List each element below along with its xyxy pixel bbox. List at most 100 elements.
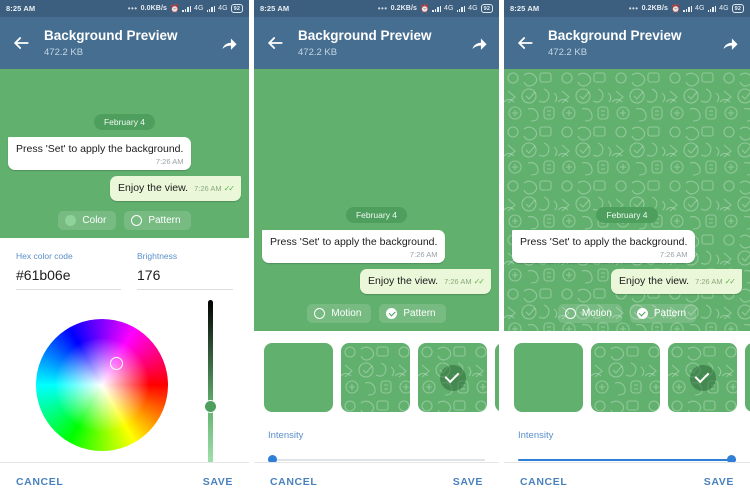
save-button[interactable]: SAVE — [203, 476, 233, 488]
status-bar: 8:25 AM ••• 0.0KB/s ⏰ 4G 4G 92 — [0, 0, 249, 17]
outgoing-message-text: Enjoy the view. — [619, 275, 690, 287]
page-title: Background Preview — [44, 28, 178, 43]
pattern-thumb-doodles[interactable] — [341, 343, 410, 412]
color-wheel[interactable] — [36, 319, 168, 451]
radio-outline-icon — [314, 308, 326, 319]
outgoing-message-bubble: Enjoy the view. 7:26 AM ✓✓ — [360, 269, 491, 294]
pattern-thumb-doodles-selected[interactable] — [668, 343, 737, 412]
status-data-rate: 0.2KB/s — [390, 5, 417, 12]
double-check-icon: ✓✓ — [724, 277, 736, 286]
alarm-icon: ⏰ — [420, 4, 430, 13]
outgoing-message-time: 7:26 AM — [695, 277, 723, 286]
outgoing-message-text: Enjoy the view. — [118, 182, 189, 194]
hex-color-label: Hex color code — [16, 251, 73, 261]
radio-outline-icon — [131, 215, 143, 226]
toggle-motion[interactable]: Motion — [307, 304, 372, 323]
file-size-label: 472.2 KB — [44, 47, 84, 58]
share-icon[interactable] — [720, 33, 740, 53]
date-chip: February 4 — [93, 114, 156, 130]
toggle-color[interactable]: Color — [58, 211, 117, 230]
chat-mode-toggles: Color Pattern — [8, 211, 241, 230]
toggle-pattern[interactable]: Pattern — [379, 304, 446, 323]
pattern-thumb-next[interactable] — [495, 343, 499, 412]
network-type-2: 4G — [468, 5, 478, 12]
network-type-2: 4G — [719, 5, 729, 12]
radio-check-icon — [636, 308, 648, 319]
share-icon[interactable] — [219, 33, 239, 53]
battery-icon: 92 — [731, 4, 744, 13]
network-type-1: 4G — [444, 5, 454, 12]
date-chip: February 4 — [345, 207, 408, 223]
incoming-message-text: Press 'Set' to apply the background. — [520, 236, 688, 248]
incoming-message-text: Press 'Set' to apply the background. — [270, 236, 438, 248]
intensity-label: Intensity — [518, 430, 554, 441]
radio-outline-icon — [564, 308, 576, 319]
signal-bars-2-icon — [456, 5, 466, 12]
share-icon[interactable] — [469, 33, 489, 53]
hex-color-field[interactable]: Hex color code #61b06e — [16, 250, 121, 290]
hex-color-value[interactable]: #61b06e — [16, 265, 121, 290]
incoming-message-bubble: Press 'Set' to apply the background. 7:2… — [262, 230, 446, 263]
signal-bars-1-icon — [432, 5, 442, 12]
incoming-message-text: Press 'Set' to apply the background. — [16, 143, 184, 155]
phone-panel-pattern-none: 8:25 AM ••• 0.2KB/s ⏰ 4G 4G 92 Backgroun… — [254, 0, 499, 500]
status-time: 8:25 AM — [260, 4, 290, 13]
status-data-rate: 0.2KB/s — [641, 5, 668, 12]
toggle-pattern[interactable]: Pattern — [124, 211, 191, 230]
brightness-slider-track — [207, 300, 213, 470]
signal-bars-1-icon — [182, 5, 192, 12]
brightness-field[interactable]: Brightness 176 — [137, 250, 233, 290]
toggle-pattern-label: Pattern — [403, 308, 436, 319]
toggle-motion-label: Motion — [581, 308, 612, 319]
radio-check-icon — [386, 308, 398, 319]
color-fields: Hex color code #61b06e Brightness 176 — [0, 238, 249, 290]
brightness-slider[interactable] — [199, 300, 221, 470]
app-bar-title-group: Background Preview 472.2 KB — [548, 27, 720, 59]
radio-filled-icon — [65, 215, 77, 226]
save-button[interactable]: SAVE — [704, 476, 734, 488]
pattern-thumb-doodles-selected[interactable] — [418, 343, 487, 412]
toggle-motion[interactable]: Motion — [557, 304, 622, 323]
back-arrow-icon[interactable] — [10, 32, 32, 54]
network-type-2: 4G — [218, 5, 228, 12]
chat-mode-toggles: Motion Pattern — [512, 304, 742, 323]
incoming-message-bubble: Press 'Set' to apply the background. 7:2… — [8, 137, 192, 170]
pattern-thumb-next[interactable] — [745, 343, 750, 412]
status-time: 8:25 AM — [510, 4, 540, 13]
brightness-slider-thumb[interactable] — [203, 400, 217, 413]
app-bar: Background Preview 472.2 KB — [504, 17, 750, 69]
chat-preview: February 4 Press 'Set' to apply the back… — [504, 69, 750, 331]
action-bar: CANCEL SAVE — [0, 462, 249, 500]
pattern-thumb-solid[interactable] — [264, 343, 333, 412]
network-type-1: 4G — [695, 5, 705, 12]
back-arrow-icon[interactable] — [264, 32, 286, 54]
incoming-message-time: 7:26 AM — [409, 250, 438, 259]
battery-icon: 92 — [230, 4, 243, 13]
outgoing-message-time: 7:26 AM — [444, 277, 472, 286]
cancel-button[interactable]: CANCEL — [270, 476, 317, 488]
toggle-pattern[interactable]: Pattern — [629, 304, 697, 323]
color-editor: Hex color code #61b06e Brightness 176 CA… — [0, 238, 249, 500]
network-type-1: 4G — [194, 5, 204, 12]
pattern-editor: Intensity CANCEL SAVE — [254, 331, 499, 500]
app-bar-title-group: Background Preview 472.2 KB — [44, 27, 219, 59]
action-bar: CANCEL SAVE — [254, 462, 499, 500]
pattern-thumb-doodles[interactable] — [591, 343, 660, 412]
pattern-thumb-solid[interactable] — [514, 343, 583, 412]
save-button[interactable]: SAVE — [453, 476, 483, 488]
app-bar: Background Preview 472.2 KB — [254, 17, 499, 69]
status-bar: 8:25 AM ••• 0.2KB/s ⏰ 4G 4G 92 — [504, 0, 750, 17]
color-wheel-thumb[interactable] — [110, 357, 123, 370]
file-size-label: 472.2 KB — [548, 47, 588, 58]
signal-bars-2-icon — [707, 5, 717, 12]
brightness-value[interactable]: 176 — [137, 265, 233, 290]
back-arrow-icon[interactable] — [514, 32, 536, 54]
intensity-label: Intensity — [268, 430, 304, 441]
toggle-pattern-label: Pattern — [148, 215, 181, 226]
cancel-button[interactable]: CANCEL — [520, 476, 567, 488]
selected-check-icon — [689, 364, 716, 391]
page-title: Background Preview — [298, 28, 432, 43]
cancel-button[interactable]: CANCEL — [16, 476, 63, 488]
pattern-editor: Intensity CANCEL SAVE — [504, 331, 750, 500]
outgoing-message-bubble: Enjoy the view. 7:26 AM ✓✓ — [611, 269, 742, 294]
